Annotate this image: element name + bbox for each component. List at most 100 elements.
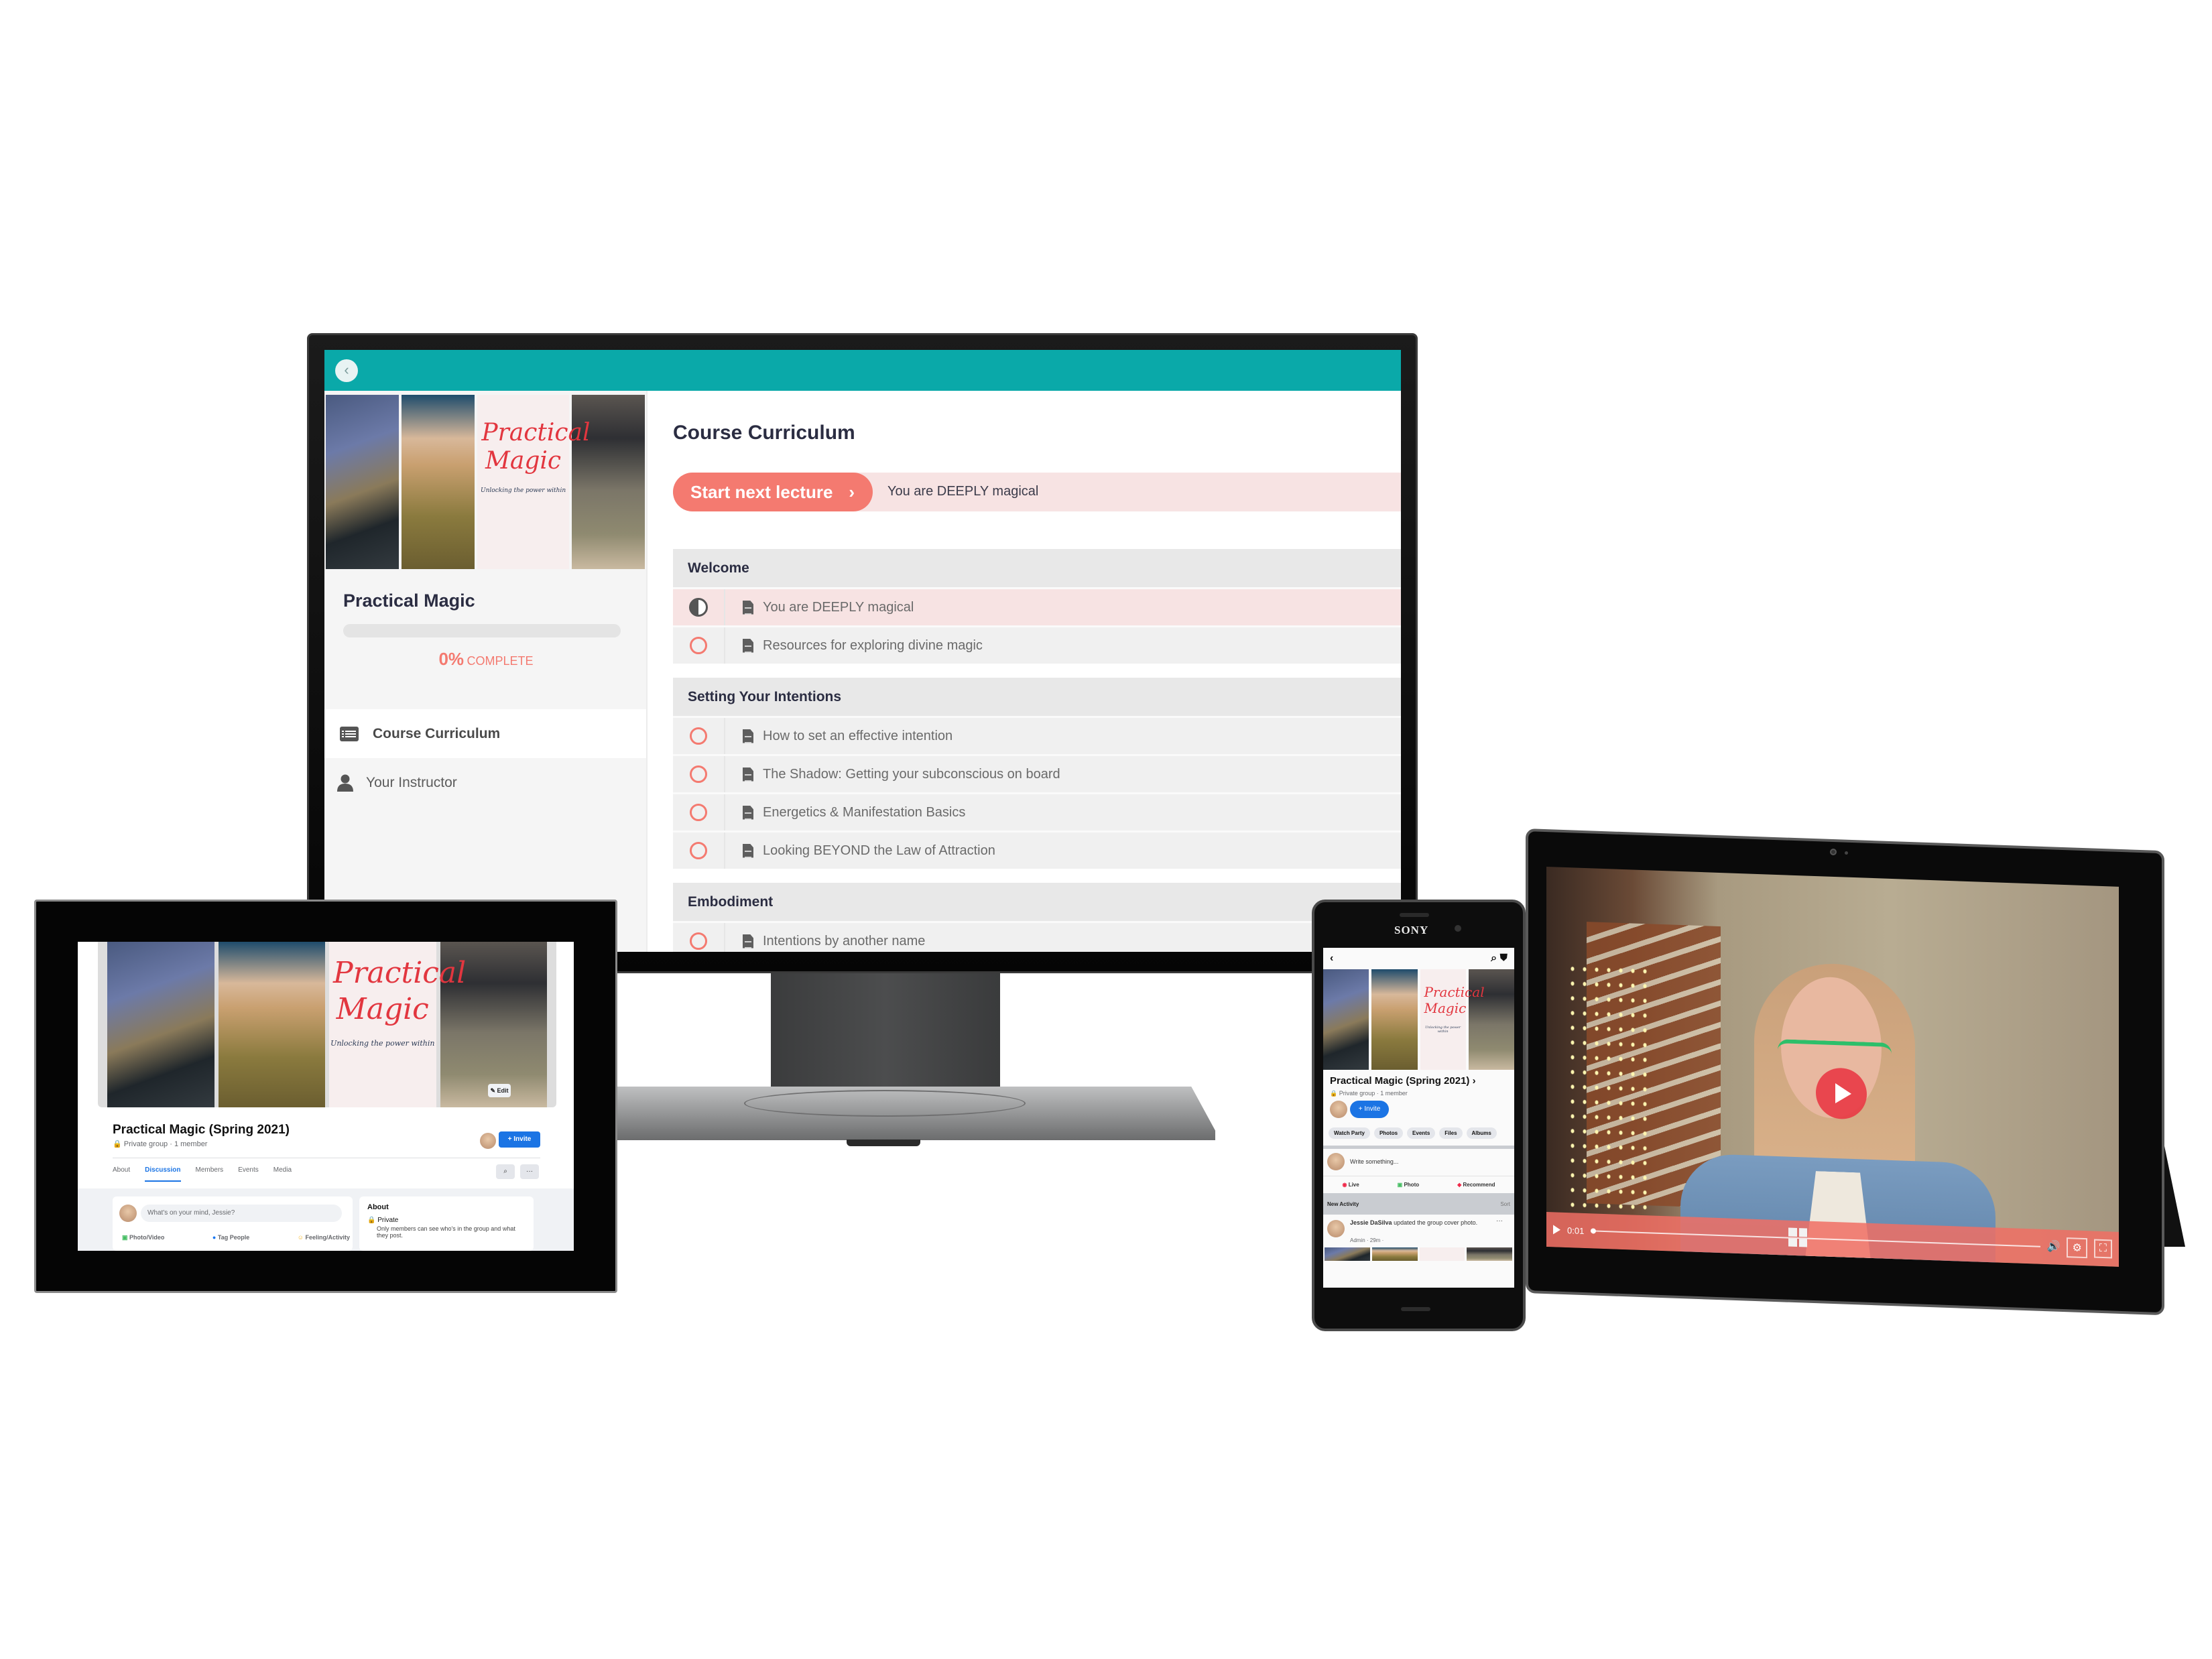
tab-events[interactable]: Events bbox=[238, 1166, 259, 1182]
not-started-circle-icon bbox=[690, 804, 707, 821]
cover-photo-instructor bbox=[1371, 969, 1418, 1070]
section-title: Embodiment bbox=[673, 883, 1401, 921]
group-cover-photo: Practical Magic Unlocking the power with… bbox=[1323, 969, 1514, 1070]
cover-photo-lavender bbox=[1323, 969, 1369, 1070]
chip-photos[interactable]: Photos bbox=[1373, 1127, 1404, 1139]
tab-about[interactable]: About bbox=[113, 1166, 130, 1182]
chip-watch-party[interactable]: Watch Party bbox=[1329, 1127, 1370, 1139]
post-composer-input[interactable]: What's on your mind, Jessie? bbox=[141, 1205, 342, 1222]
video-current-time: 0:01 bbox=[1567, 1225, 1585, 1236]
monitor-foot bbox=[847, 1140, 920, 1146]
start-next-lecture-button[interactable]: Start next lecture › bbox=[673, 473, 873, 511]
post-image-preview[interactable] bbox=[1325, 1247, 1512, 1261]
fullscreen-icon[interactable]: ⛶ bbox=[2093, 1239, 2112, 1259]
video-player: 0:01 🔊 ⚙ ⛶ bbox=[1546, 867, 2119, 1267]
group-meta: 🔒 Private group · 1 member bbox=[1330, 1090, 1408, 1097]
avatar bbox=[1327, 1153, 1345, 1170]
recommend-button[interactable]: ◆ Recommend bbox=[1457, 1182, 1495, 1188]
start-next-lecture-label: Start next lecture bbox=[690, 481, 833, 502]
post-more-button[interactable]: ··· bbox=[1496, 1217, 1503, 1225]
photo-video-button[interactable]: ▣ Photo/Video bbox=[122, 1234, 164, 1241]
avatar[interactable] bbox=[1330, 1101, 1347, 1118]
cover-photo-lavender bbox=[107, 942, 214, 1107]
list-icon bbox=[340, 726, 359, 741]
volume-icon[interactable]: 🔊 bbox=[2047, 1241, 2061, 1253]
curriculum-main: Course Curriculum Start next lecture › Y… bbox=[648, 391, 1401, 952]
write-something-input[interactable]: Write something... bbox=[1350, 1158, 1398, 1165]
tab-members[interactable]: Members bbox=[196, 1166, 224, 1182]
document-icon bbox=[743, 934, 753, 948]
avatar[interactable] bbox=[480, 1133, 496, 1149]
lecture-item[interactable]: Energetics & Manifestation Basics bbox=[673, 792, 1401, 831]
course-sidebar: Practical Magic Unlocking the power with… bbox=[324, 391, 648, 952]
invite-button[interactable]: + Invite bbox=[1350, 1101, 1389, 1118]
photo-icon: ▣ bbox=[1397, 1182, 1404, 1188]
lecture-title: How to set an effective intention bbox=[763, 728, 953, 743]
in-progress-icon bbox=[689, 598, 708, 617]
tab-media[interactable]: Media bbox=[273, 1166, 292, 1182]
group-name[interactable]: Practical Magic (Spring 2021) › bbox=[1330, 1075, 1476, 1087]
lecture-title: Energetics & Manifestation Basics bbox=[763, 804, 966, 820]
facebook-group-mobile: ‹ ⌕ ⛊ Practical Magic Unlocking the powe… bbox=[1323, 948, 1514, 1288]
lms-header-bar: ‹ bbox=[324, 350, 1401, 391]
search-icon[interactable]: ⌕ bbox=[1491, 953, 1497, 964]
shield-icon[interactable]: ⛊ bbox=[1499, 953, 1508, 964]
sidebar-item-label: Your Instructor bbox=[366, 775, 457, 790]
composer-actions: ◉ Live ▣ Photo ◆ Recommend bbox=[1323, 1176, 1514, 1193]
curriculum-section: Setting Your Intentions How to set an ef… bbox=[673, 678, 1401, 869]
course-progress-label: 0% COMPLETE bbox=[324, 649, 648, 670]
chip-albums[interactable]: Albums bbox=[1466, 1127, 1497, 1139]
back-button[interactable]: ‹ bbox=[335, 359, 358, 382]
back-icon[interactable]: ‹ bbox=[1330, 953, 1333, 965]
play-icon[interactable] bbox=[1553, 1225, 1560, 1235]
edit-cover-button[interactable]: ✎ Edit bbox=[488, 1084, 511, 1097]
monitor-stand-neck bbox=[771, 973, 1000, 1091]
settings-icon[interactable]: ⚙ bbox=[2067, 1237, 2087, 1259]
document-icon bbox=[743, 729, 753, 743]
cover-photo-instructor bbox=[218, 942, 325, 1107]
cover-subtitle: Unlocking the power within bbox=[330, 1039, 435, 1048]
course-title: Practical Magic bbox=[343, 591, 475, 611]
feeling-activity-button[interactable]: ☺ Feeling/Activity bbox=[298, 1234, 350, 1241]
lecture-item[interactable]: The Shadow: Getting your subconscious on… bbox=[673, 754, 1401, 792]
tag-people-button[interactable]: ● Tag People bbox=[212, 1234, 249, 1241]
next-lecture-title: You are DEEPLY magical bbox=[887, 484, 1039, 499]
group-shortcut-chips: Watch Party Photos Events Files Albums bbox=[1329, 1127, 1497, 1139]
surface-camera bbox=[1830, 849, 1837, 855]
post-text: Jessie DaSilva updated the group cover p… bbox=[1350, 1219, 1497, 1227]
about-heading: About bbox=[367, 1203, 389, 1211]
lecture-item[interactable]: You are DEEPLY magical bbox=[673, 587, 1401, 625]
avatar[interactable] bbox=[1327, 1220, 1345, 1237]
search-button[interactable]: ⌕ bbox=[496, 1164, 515, 1179]
more-options-button[interactable]: ··· bbox=[520, 1164, 539, 1179]
sidebar-item-course-curriculum[interactable]: Course Curriculum bbox=[324, 709, 646, 758]
post-author[interactable]: Jessie DaSilva bbox=[1350, 1219, 1392, 1226]
course-progress-bar bbox=[343, 624, 621, 637]
lecture-item[interactable]: Intentions by another name bbox=[673, 921, 1401, 952]
lecture-item[interactable]: Looking BEYOND the Law of Attraction bbox=[673, 831, 1401, 869]
curriculum-section: Welcome You are DEEPLY magical Resources… bbox=[673, 549, 1401, 664]
composer-actions: ▣ Photo/Video ● Tag People ☺ Feeling/Act… bbox=[122, 1234, 350, 1241]
phone-brand-logo: SONY bbox=[1394, 924, 1429, 936]
sort-button[interactable]: Sort bbox=[1500, 1201, 1510, 1207]
section-title: Setting Your Intentions bbox=[673, 678, 1401, 716]
video-seek-bar[interactable] bbox=[1591, 1228, 2040, 1247]
sidebar-item-your-instructor[interactable]: Your Instructor bbox=[324, 758, 646, 808]
video-frame-glasses bbox=[1778, 1039, 1892, 1070]
windows-logo-icon[interactable] bbox=[1788, 1227, 1807, 1247]
monitor-base-ring bbox=[744, 1090, 1026, 1117]
search-icon: ⌕ bbox=[503, 1168, 507, 1175]
tab-discussion[interactable]: Discussion bbox=[145, 1166, 181, 1182]
cover-subtitle: Unlocking the power within bbox=[1425, 1026, 1461, 1034]
chip-files[interactable]: Files bbox=[1439, 1127, 1463, 1139]
live-button[interactable]: ◉ Live bbox=[1342, 1182, 1359, 1188]
lecture-title: The Shadow: Getting your subconscious on… bbox=[763, 766, 1060, 782]
group-tabs: About Discussion Members Events Media bbox=[113, 1166, 292, 1182]
lecture-item[interactable]: How to set an effective intention bbox=[673, 716, 1401, 754]
lecture-item[interactable]: Resources for exploring divine magic bbox=[673, 625, 1401, 664]
video-seek-handle[interactable] bbox=[1591, 1228, 1597, 1234]
about-privacy: 🔒 Private bbox=[367, 1217, 399, 1224]
invite-button[interactable]: + Invite bbox=[499, 1131, 540, 1148]
chip-events[interactable]: Events bbox=[1407, 1127, 1436, 1139]
photo-button[interactable]: ▣ Photo bbox=[1398, 1182, 1419, 1188]
